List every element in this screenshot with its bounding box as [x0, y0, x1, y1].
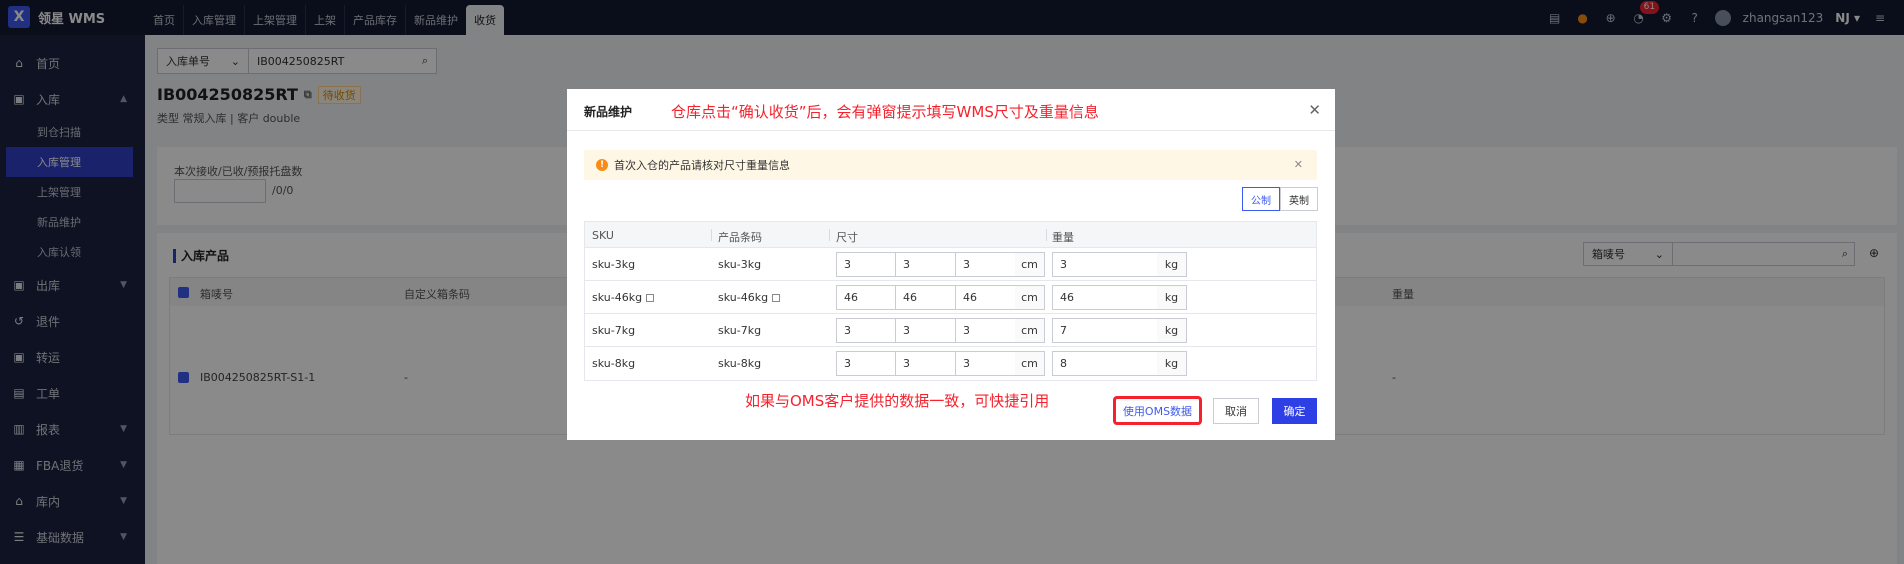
new-product-table: SKU 产品条码 尺寸 重量 sku-3kg sku-3kg 3 3 3 cm …: [584, 221, 1317, 381]
length-input[interactable]: 3: [836, 252, 896, 277]
copy-icon[interactable]: [772, 294, 781, 302]
warning-alert: ! 首次入仓的产品请核对尺寸重量信息 ✕: [584, 150, 1317, 180]
unit-imperial-button[interactable]: 英制: [1280, 187, 1318, 211]
width-input[interactable]: 3: [895, 252, 956, 277]
annotation-note: 仓库点击“确认收货”后，会有弹窗提示填写WMS尺寸及重量信息: [671, 103, 1099, 121]
weight-unit: kg: [1157, 351, 1187, 376]
height-input[interactable]: 3: [955, 318, 1016, 343]
cancel-button[interactable]: 取消: [1213, 398, 1259, 424]
size-unit: cm: [1015, 318, 1045, 343]
copy-icon[interactable]: [646, 294, 655, 302]
size-unit: cm: [1015, 351, 1045, 376]
modal-title: 新品维护: [584, 105, 633, 119]
table-row: sku-46kg sku-46kg 46 46 46 cm 46 kg: [585, 281, 1316, 314]
unit-metric-button[interactable]: 公制: [1242, 187, 1280, 211]
size-unit: cm: [1015, 252, 1045, 277]
length-input[interactable]: 3: [836, 351, 896, 376]
height-input[interactable]: 3: [955, 351, 1016, 376]
weight-unit: kg: [1157, 318, 1187, 343]
weight-unit: kg: [1157, 252, 1187, 277]
close-icon[interactable]: ✕: [1308, 101, 1321, 119]
height-input[interactable]: 3: [955, 252, 1016, 277]
length-input[interactable]: 3: [836, 318, 896, 343]
table-row: sku-3kg sku-3kg 3 3 3 cm 3 kg: [585, 248, 1316, 281]
close-icon[interactable]: ✕: [1294, 158, 1303, 171]
weight-input[interactable]: 3: [1052, 252, 1158, 277]
table-row: sku-7kg sku-7kg 3 3 3 cm 7 kg: [585, 314, 1316, 347]
length-input[interactable]: 46: [836, 285, 896, 310]
modal-header: 新品维护 仓库点击“确认收货”后，会有弹窗提示填写WMS尺寸及重量信息 ✕: [567, 89, 1335, 131]
warning-icon: !: [596, 159, 608, 171]
use-oms-data-button[interactable]: 使用OMS数据: [1113, 396, 1202, 425]
new-product-modal: 新品维护 仓库点击“确认收货”后，会有弹窗提示填写WMS尺寸及重量信息 ✕ ! …: [567, 89, 1335, 440]
width-input[interactable]: 3: [895, 318, 956, 343]
weight-input[interactable]: 46: [1052, 285, 1158, 310]
width-input[interactable]: 46: [895, 285, 956, 310]
unit-toggle: 公制 英制: [1242, 187, 1318, 211]
size-unit: cm: [1015, 285, 1045, 310]
weight-input[interactable]: 7: [1052, 318, 1158, 343]
confirm-button[interactable]: 确定: [1272, 398, 1317, 424]
annotation-note: 如果与OMS客户提供的数据一致，可快捷引用: [745, 392, 1050, 410]
height-input[interactable]: 46: [955, 285, 1016, 310]
weight-unit: kg: [1157, 285, 1187, 310]
table-row: sku-8kg sku-8kg 3 3 3 cm 8 kg: [585, 347, 1316, 380]
weight-input[interactable]: 8: [1052, 351, 1158, 376]
width-input[interactable]: 3: [895, 351, 956, 376]
table-header: SKU 产品条码 尺寸 重量: [585, 222, 1316, 248]
